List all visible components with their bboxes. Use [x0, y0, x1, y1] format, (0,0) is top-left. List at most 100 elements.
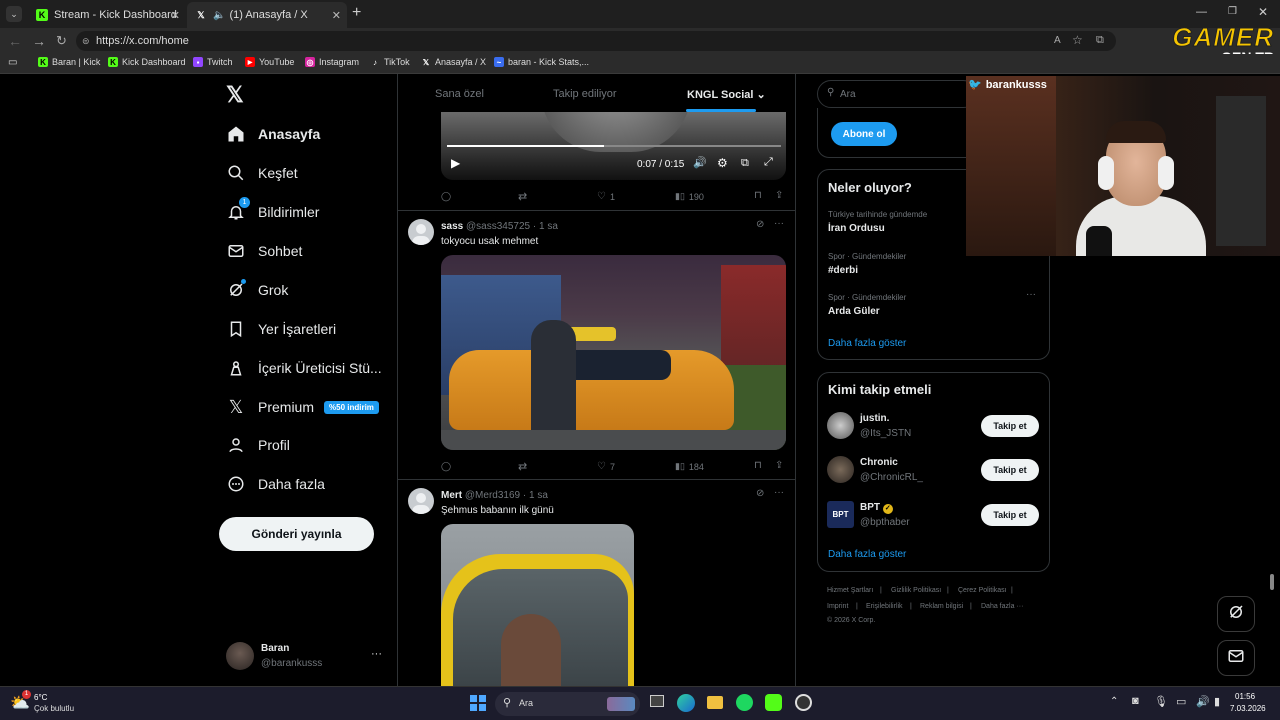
volume-icon[interactable]: 🔊 — [1196, 695, 1210, 708]
author-handle[interactable]: @Merd3169 — [465, 490, 520, 501]
kick-app-icon[interactable] — [765, 694, 782, 711]
bookmark-icon[interactable]: ⊓ — [754, 460, 762, 471]
browser-tab-kick-dashboard[interactable]: K Stream - Kick Dashboard ✕ — [28, 2, 186, 28]
favorite-star-icon[interactable]: ☆ — [1072, 33, 1083, 47]
bookmark-youtube[interactable]: ▶ YouTube — [245, 57, 294, 67]
read-aloud-icon[interactable]: A — [1054, 35, 1061, 46]
post-time[interactable]: 1 sa — [539, 221, 558, 232]
bookmark-tiktok[interactable]: ♪ TikTok — [370, 57, 410, 67]
tweet[interactable]: sass @sass345725 · 1 sa ⊘ ··· tokyocu us… — [398, 211, 795, 479]
nav-item-chat[interactable]: Sohbet — [226, 236, 302, 266]
clock-time[interactable]: 01:56 — [1235, 692, 1255, 701]
footer-link-more[interactable]: Daha fazla ··· — [981, 603, 1023, 610]
footer-link-cookies[interactable]: Çerez Politikası — [958, 587, 1007, 594]
nav-item-notifications[interactable]: 1 Bildirimler — [226, 197, 319, 227]
tweet-media-image[interactable] — [441, 524, 634, 686]
reply-icon[interactable]: ◯ — [441, 461, 451, 472]
close-icon[interactable]: ✕ — [171, 9, 180, 22]
speaker-icon[interactable]: 🔈 — [213, 10, 225, 21]
play-icon[interactable]: ▶ — [451, 156, 460, 170]
tab-kngl-social[interactable]: KNGL Social ⌄ — [687, 88, 766, 101]
close-icon[interactable]: ✕ — [332, 9, 341, 22]
nav-item-home[interactable]: Anasayfa — [226, 119, 320, 149]
maximize-button[interactable]: ❐ — [1228, 6, 1237, 17]
forward-arrow-icon[interactable]: → — [32, 33, 46, 49]
repost-icon[interactable]: ⇄ — [518, 190, 527, 203]
post-button[interactable]: Gönderi yayınla — [219, 517, 374, 551]
spotify-icon[interactable] — [736, 694, 753, 711]
minimize-button[interactable]: — — [1196, 6, 1207, 18]
follow-suggestion[interactable]: BPT BPT ✓ @bpthaber — [827, 500, 977, 530]
follow-button[interactable]: Takip et — [981, 504, 1039, 526]
back-arrow-icon[interactable]: ← — [8, 33, 22, 49]
pip-icon[interactable]: ⧉ — [741, 157, 749, 170]
grok-icon[interactable]: ⊘ — [756, 219, 764, 230]
show-more-link[interactable]: Daha fazla göster — [828, 338, 906, 349]
search-box[interactable]: ⚲ Ara — [817, 80, 977, 108]
new-tab-button[interactable]: + — [352, 4, 361, 22]
microphone-icon[interactable]: 🎙 — [1154, 695, 1168, 708]
grok-floating-button[interactable] — [1217, 596, 1255, 632]
follow-suggestion[interactable]: Chronic @ChronicRL_ — [827, 455, 977, 485]
share-icon[interactable]: ⇪ — [775, 190, 783, 201]
tweet-media-image[interactable] — [441, 255, 786, 450]
tray-overflow-icon[interactable]: ⌃ — [1110, 696, 1118, 707]
nav-item-grok[interactable]: Grok — [226, 275, 288, 305]
video-player[interactable]: ▶ 0:07 / 0:15 🔊 ⚙ ⧉ ⤢ — [441, 112, 786, 180]
nav-item-explore[interactable]: Keşfet — [226, 158, 298, 188]
nav-item-creator-studio[interactable]: İçerik Üreticisi Stü... — [226, 353, 382, 383]
more-dots-icon[interactable]: ··· — [774, 218, 784, 229]
reply-icon[interactable]: ◯ — [441, 191, 451, 202]
subscribe-button[interactable]: Abone ol — [831, 122, 897, 146]
bookmark-kick-dashboard[interactable]: K Kick Dashboard — [108, 57, 186, 67]
tab-list-button[interactable]: ⌄ — [6, 6, 22, 22]
views-button[interactable]: ▮▯ 190 — [675, 191, 704, 202]
more-dots-icon[interactable]: ··· — [371, 648, 382, 660]
footer-link-ads-info[interactable]: Reklam bilgisi — [920, 603, 963, 610]
bookmark-icon[interactable]: ⊓ — [754, 190, 762, 201]
trend-item[interactable]: Spor · Gündemdekiler Arda Güler ··· — [818, 289, 1049, 325]
file-explorer-icon[interactable] — [707, 696, 723, 709]
like-button[interactable]: ♡ 7 — [597, 461, 615, 472]
more-dots-icon[interactable]: ··· — [774, 487, 784, 498]
footer-link-terms[interactable]: Hizmet Şartları — [827, 587, 873, 594]
bookmark-x-home[interactable]: 𝕏 Anasayfa / X — [421, 57, 486, 67]
follow-button[interactable]: Takip et — [981, 415, 1039, 437]
bookmark-instagram[interactable]: ◎ Instagram — [305, 57, 359, 67]
grok-icon[interactable]: ⊘ — [756, 488, 764, 499]
site-info-icon[interactable]: ⊜ — [82, 36, 90, 47]
page-scrollbar[interactable] — [1270, 574, 1274, 590]
taskbar-search[interactable]: ⚲ Ara — [495, 692, 640, 716]
tab-for-you[interactable]: Sana özel — [435, 88, 484, 100]
footer-link-imprint[interactable]: Imprint — [827, 603, 848, 610]
close-window-button[interactable]: ✕ — [1258, 5, 1268, 19]
like-button[interactable]: ♡ 1 — [597, 191, 615, 202]
extensions-icon[interactable]: ⧉ — [1096, 34, 1104, 47]
repost-icon[interactable]: ⇄ — [518, 460, 527, 473]
task-view-icon[interactable] — [650, 695, 664, 707]
bookmark-twitch[interactable]: ▪ Twitch — [193, 57, 233, 67]
start-windows-icon[interactable] — [470, 695, 486, 711]
nav-item-bookmarks[interactable]: Yer İşaretleri — [226, 314, 336, 344]
weather-widget[interactable]: ⛅ 1 6°C Çok bulutlu — [10, 690, 110, 717]
footer-link-accessibility[interactable]: Erişilebilirlik — [866, 603, 903, 610]
edge-browser-icon[interactable] — [677, 694, 695, 712]
author-name[interactable]: Mert — [441, 490, 462, 501]
tweet[interactable]: Mert @Merd3169 · 1 sa ⊘ ··· Şehmus baban… — [398, 480, 795, 686]
browser-tab-x-home[interactable]: 𝕏 🔈 (1) Anasayfa / X ✕ — [187, 2, 347, 28]
account-switcher[interactable]: Baran @barankusss ··· — [226, 640, 386, 672]
obs-icon[interactable] — [795, 694, 812, 711]
fullscreen-icon[interactable]: ⤢ — [764, 156, 773, 169]
clock-date[interactable]: 7.03.2026 — [1230, 704, 1266, 713]
more-dots-icon[interactable]: ··· — [1026, 289, 1036, 300]
volume-icon[interactable]: 🔊 — [693, 156, 707, 169]
nav-item-profile[interactable]: Profil — [226, 430, 290, 460]
video-progress-track[interactable] — [447, 145, 781, 147]
messages-floating-button[interactable] — [1217, 640, 1255, 676]
battery-icon[interactable]: ▮ — [1214, 695, 1220, 708]
nav-item-more[interactable]: Daha fazla — [226, 469, 325, 499]
bookmark-baran-kick[interactable]: K Baran | Kick — [38, 57, 100, 67]
follow-button[interactable]: Takip et — [981, 459, 1039, 481]
author-handle[interactable]: @sass345725 — [466, 221, 530, 232]
post-time[interactable]: 1 sa — [529, 490, 548, 501]
